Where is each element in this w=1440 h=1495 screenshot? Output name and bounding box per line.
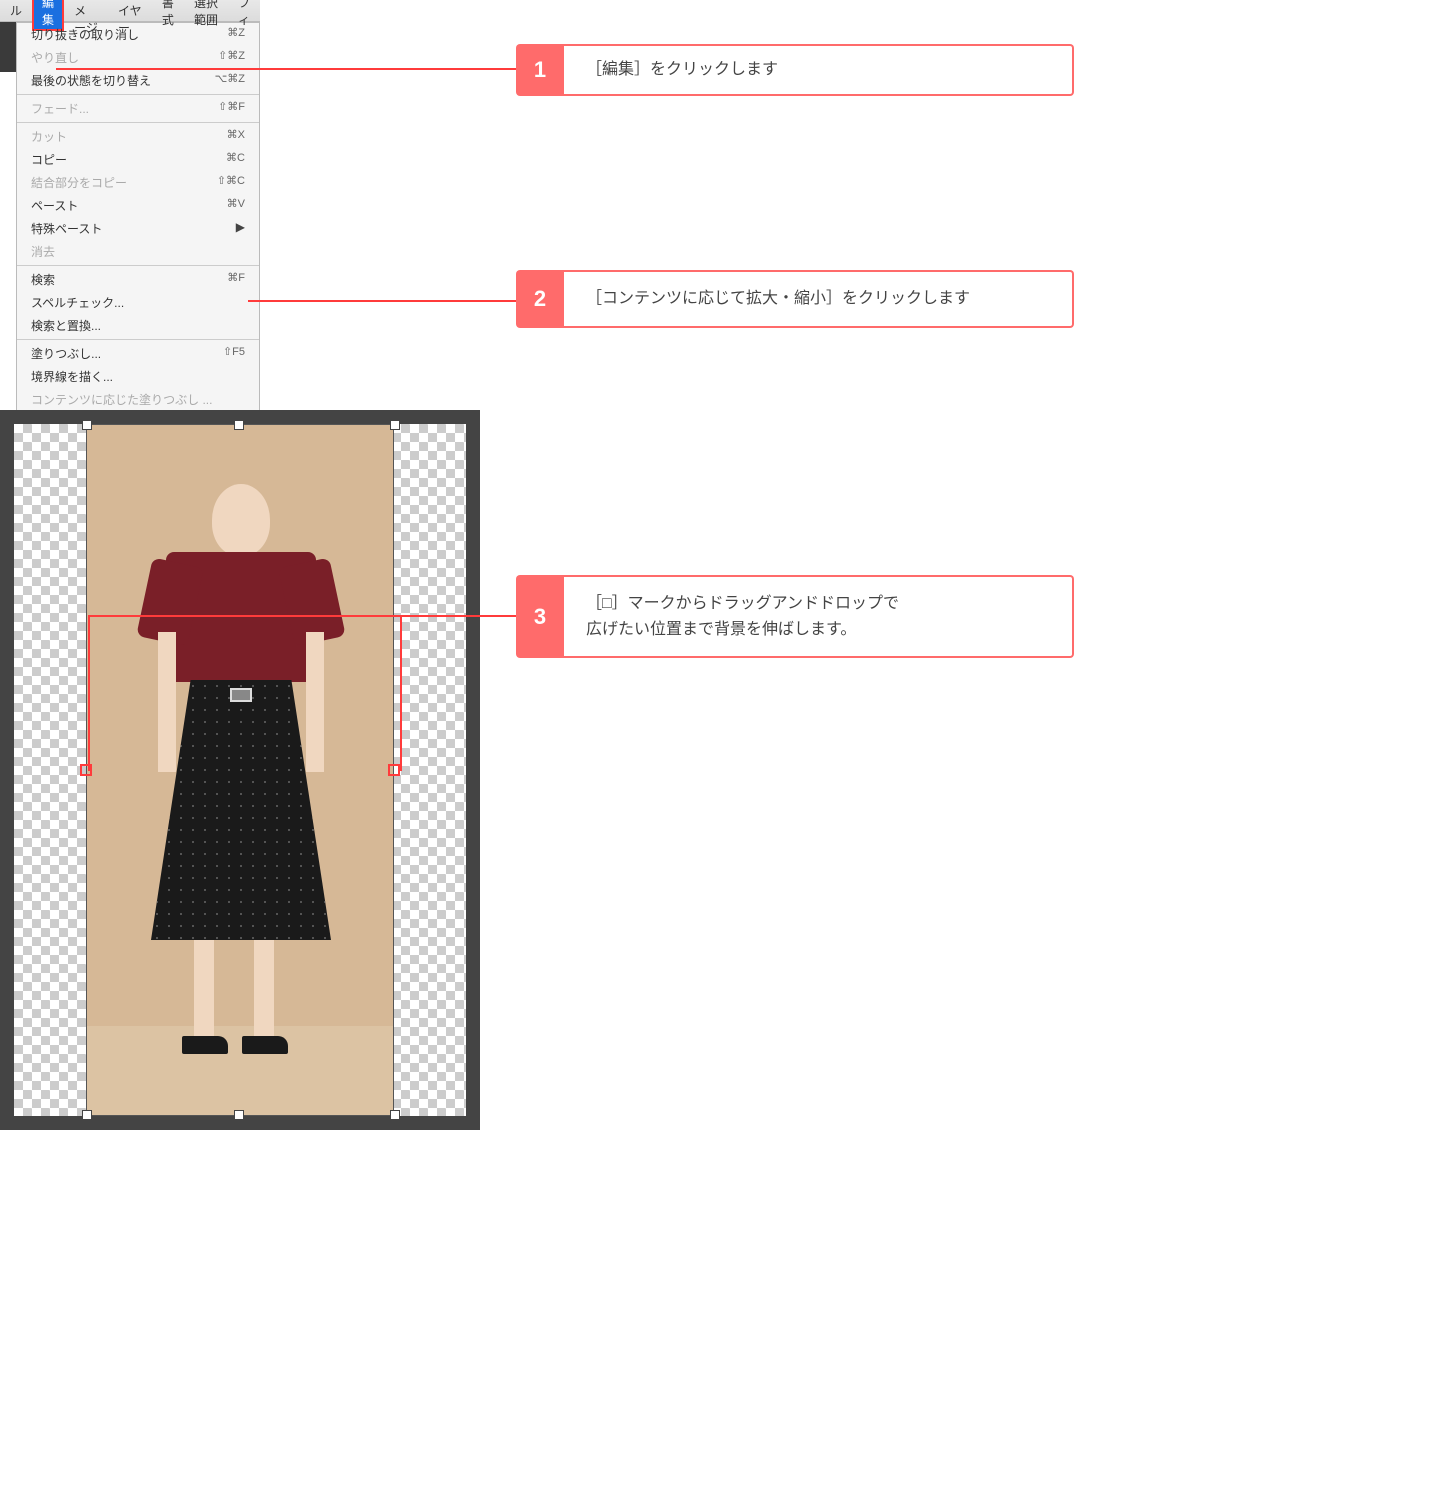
menu-row: フェード... ⇧⌘F <box>17 97 259 120</box>
menu-row-label: 特殊ペースト <box>31 220 102 237</box>
handle-tr[interactable] <box>390 420 400 430</box>
canvas-area <box>0 410 480 1130</box>
menu-row-label: コンテンツに応じた塗りつぶし ... <box>31 391 212 408</box>
handle-tm[interactable] <box>234 420 244 430</box>
menu-row-label: 結合部分をコピー <box>31 174 127 191</box>
menu-row-label: 境界線を描く... <box>31 368 113 385</box>
menu-row-shortcut: ⌘Z <box>227 26 245 43</box>
menu-row-label: 検索と置換... <box>31 317 101 334</box>
menu-row[interactable]: 検索と置換... <box>17 314 259 337</box>
connector-line-3 <box>88 615 516 617</box>
menu-row-label: 検索 <box>31 271 55 288</box>
menu-row-label: やり直し <box>31 49 79 66</box>
submenu-arrow-icon: ▶ <box>236 220 245 237</box>
connector-vline-3l <box>88 615 90 771</box>
menu-row-label: 最後の状態を切り替え <box>31 72 151 89</box>
menu-row[interactable]: 検索 ⌘F <box>17 268 259 291</box>
menu-row[interactable]: 特殊ペースト ▶ <box>17 217 259 240</box>
handle-mr[interactable] <box>388 764 400 776</box>
step-2-callout: 2 ［コンテンツに応じて拡大・縮小］をクリックします <box>516 270 1076 328</box>
menu-row-label: 消去 <box>31 243 55 260</box>
step-3-number: 3 <box>516 575 564 658</box>
menu-row[interactable]: 最後の状態を切り替え ⌥⌘Z <box>17 69 259 92</box>
handle-br[interactable] <box>390 1110 400 1120</box>
transparency-grid <box>14 424 466 1116</box>
toolbar-sliver <box>0 22 16 72</box>
menu-item-select[interactable]: 選択範囲 <box>184 0 228 31</box>
menu-row[interactable]: スペルチェック... <box>17 291 259 314</box>
step-3-text: ［□］マークからドラッグアンドドロップで 広げたい位置まで背景を伸ばします。 <box>564 575 1074 658</box>
handle-bl[interactable] <box>82 1110 92 1120</box>
menu-row: 結合部分をコピー ⇧⌘C <box>17 171 259 194</box>
menu-row-label: コピー <box>31 151 67 168</box>
handle-ml[interactable] <box>80 764 92 776</box>
step-2-number: 2 <box>516 270 564 328</box>
menu-row-shortcut: ⌥⌘Z <box>215 72 245 89</box>
step-2-text: ［コンテンツに応じて拡大・縮小］をクリックします <box>564 270 1074 328</box>
step-1-number: 1 <box>516 44 564 96</box>
menu-row-label: 塗りつぶし... <box>31 345 101 362</box>
menu-row[interactable]: コピー ⌘C <box>17 148 259 171</box>
connector-line-2 <box>248 300 516 302</box>
menubar: ル 編集 イメージ レイヤー 書式 選択範囲 フィ <box>0 0 260 22</box>
transform-border[interactable] <box>86 424 394 1116</box>
menu-item-prev[interactable]: ル <box>0 0 32 22</box>
menu-row-shortcut: ⌘V <box>227 197 245 214</box>
menu-row-label: カット <box>31 128 67 145</box>
menu-row-label: スペルチェック... <box>31 294 124 311</box>
menu-row-label: ペースト <box>31 197 78 214</box>
menu-row-shortcut: ⌘X <box>227 128 245 145</box>
menu-row-shortcut: ⇧F5 <box>223 345 245 362</box>
menu-row[interactable]: 境界線を描く... <box>17 365 259 388</box>
menu-row-shortcut: ⇧⌘F <box>218 100 245 117</box>
step-1-callout: 1 ［編集］をクリックします <box>516 44 1076 96</box>
menu-row: 消去 <box>17 240 259 263</box>
connector-line-1 <box>56 68 516 70</box>
step-3-callout: 3 ［□］マークからドラッグアンドドロップで 広げたい位置まで背景を伸ばします。 <box>516 575 1076 658</box>
menu-row[interactable]: 塗りつぶし... ⇧F5 <box>17 342 259 365</box>
connector-vline-3r <box>400 615 402 771</box>
menu-row[interactable]: ペースト ⌘V <box>17 194 259 217</box>
menu-separator <box>17 122 259 123</box>
menu-item-type[interactable]: 書式 <box>152 0 184 31</box>
step-1-text: ［編集］をクリックします <box>564 44 1074 96</box>
menu-row-label: フェード... <box>31 100 89 117</box>
menu-row: やり直し ⇧⌘Z <box>17 46 259 69</box>
menu-separator <box>17 339 259 340</box>
handle-bm[interactable] <box>234 1110 244 1120</box>
menu-row: コンテンツに応じた塗りつぶし ... <box>17 388 259 411</box>
menu-row-shortcut: ⌘F <box>227 271 245 288</box>
handle-tl[interactable] <box>82 420 92 430</box>
menu-row-label: 切り抜きの取り消し <box>31 26 139 43</box>
menu-row-shortcut: ⇧⌘Z <box>218 49 245 66</box>
menu-separator <box>17 94 259 95</box>
menu-row-shortcut: ⌘C <box>226 151 245 168</box>
menu-separator <box>17 265 259 266</box>
menu-row: カット ⌘X <box>17 125 259 148</box>
menu-row-shortcut: ⇧⌘C <box>217 174 245 191</box>
